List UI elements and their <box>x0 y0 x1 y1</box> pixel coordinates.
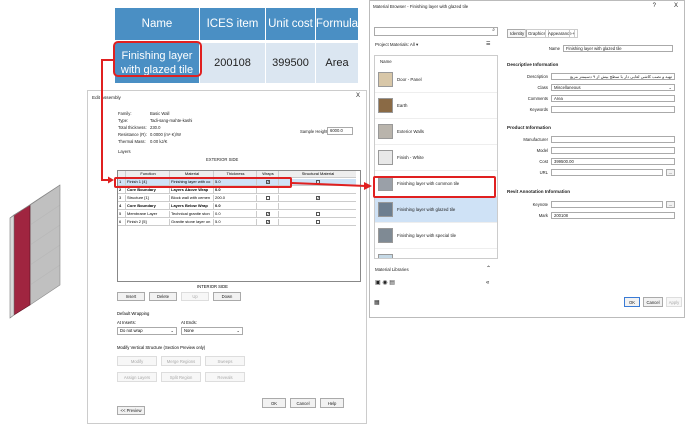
material-arrow-head <box>364 182 372 190</box>
annotation-arrows <box>101 59 372 190</box>
ices-arrow-head <box>108 176 114 184</box>
ices-link-arrow <box>101 59 113 181</box>
material-link-arrow <box>291 182 367 187</box>
